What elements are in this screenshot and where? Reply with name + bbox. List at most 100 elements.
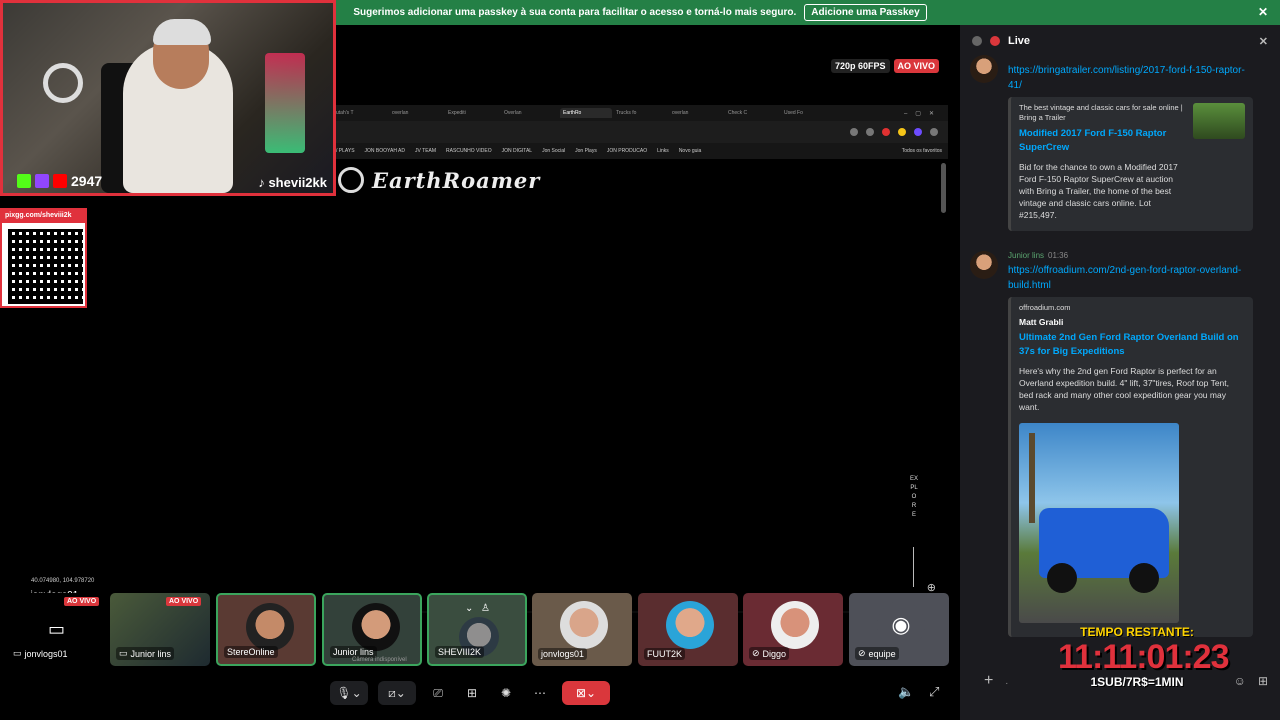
participant-name-text: equipe <box>868 648 896 659</box>
participant-tiles: AO VIVO ▭ ▭ jonvlogs01 AO VIVO ▭ Junior li… <box>0 593 958 666</box>
screen-share-icon: ⎚ <box>433 685 443 700</box>
bookmark: / PLAYS <box>336 148 355 154</box>
participant-tile[interactable]: ⊘ Diggo <box>743 593 843 666</box>
close-icon[interactable]: ✕ <box>1259 35 1268 48</box>
embed-thumbnail <box>1193 103 1245 139</box>
embed-title[interactable]: Ultimate 2nd Gen Ford Raptor Overland Bu… <box>1019 331 1245 359</box>
live-badge: AO VIVO <box>893 59 940 73</box>
avatar <box>666 601 714 649</box>
tiktok-icon: ♪ <box>258 175 265 190</box>
screen-icon: ▭ <box>13 648 22 658</box>
apps-icon[interactable]: ⊞ <box>1258 674 1268 688</box>
discord-icon: ◉ <box>877 601 925 649</box>
live-dot-icon <box>990 36 1000 46</box>
participant-tile[interactable]: AO VIVO ▭ ▭ jonvlogs01 <box>4 593 104 666</box>
message-author[interactable]: Junior lins <box>1008 251 1044 260</box>
stream-quality: 720p 60FPS AO VIVO <box>831 59 940 73</box>
screen-icon: ▭ <box>119 648 128 658</box>
embed-title[interactable]: Modified 2017 Ford F-150 Raptor SuperCre… <box>1019 127 1189 155</box>
participant-name: StereOnline <box>224 646 278 658</box>
participant-name: jonvlogs01 <box>538 648 588 660</box>
volume-icon[interactable]: 🔈 <box>898 684 914 700</box>
browser-tab: Overlan <box>504 110 522 116</box>
live-badge: AO VIVO <box>166 597 202 606</box>
microphone-button[interactable]: 🎙 ⌄ <box>330 681 368 705</box>
viewer-stats: 2947 <box>17 173 102 189</box>
muted-icon: ⊘ <box>858 648 866 658</box>
participant-tile[interactable]: StereOnline <box>216 593 316 666</box>
chat-composer: + . ☺ ⊞ <box>960 666 1280 696</box>
participant-tile[interactable]: Junior lins Câmera indisponível <box>322 593 422 666</box>
kick-icon <box>17 174 31 188</box>
stop-stream-button[interactable]: ⊠ ⌄ <box>562 681 610 705</box>
participant-name: ⊘ equipe <box>855 647 899 660</box>
bookmark: Novo guia <box>678 148 702 154</box>
browser-toolbar <box>330 121 948 143</box>
more-button[interactable]: ⋯ <box>528 681 552 705</box>
call-controls: 🎙 ⌄ ⧄ ⌄ ⎚ ⊞ ✺ ⋯ ⊠ ⌄ <box>330 678 610 708</box>
pix-donation: pixgg.com/sheviii2k <box>0 208 87 308</box>
close-icon[interactable]: ✕ <box>1258 5 1268 19</box>
participant-name-text: Diggo <box>762 648 787 659</box>
avatar <box>970 55 998 83</box>
camera-button[interactable]: ⧄ ⌄ <box>378 681 416 705</box>
browser-tab: overlan <box>392 110 409 116</box>
avatar <box>246 603 294 651</box>
microphone-icon: 🎙 <box>336 686 352 700</box>
fullscreen-icon[interactable]: ⤢ <box>929 684 939 700</box>
twitch-icon <box>35 174 49 188</box>
live-badge: AO VIVO <box>64 597 100 606</box>
participant-name-text: Junior lins <box>130 648 172 659</box>
user-add-icon: ♙ <box>481 603 490 614</box>
participant-name: SHEVIII2K <box>435 646 485 658</box>
participant-tile[interactable]: FUUT2K <box>638 593 738 666</box>
browser-tab: Trucks fo <box>616 110 637 116</box>
extension-icon <box>914 128 922 136</box>
youtube-icon <box>53 174 67 188</box>
camera-off-icon: ⧄ <box>388 685 396 700</box>
participant-name: ⊘ Diggo <box>749 647 790 660</box>
plus-icon[interactable]: + <box>984 672 993 690</box>
participant-name: ▭ jonvlogs01 <box>10 647 71 660</box>
stream-chat-panel: Live ✕ https://bringatrailer.com/listing… <box>960 25 1280 720</box>
bookmark: JON DIGITAL <box>501 148 533 154</box>
activities-button[interactable]: ⊞ <box>460 681 484 705</box>
participant-tile[interactable]: AO VIVO ▭ Junior lins <box>110 593 210 666</box>
message-link[interactable]: https://offroadium.com/2nd-gen-ford-rapt… <box>1008 263 1248 293</box>
add-passkey-button[interactable]: Adicione uma Passkey <box>804 4 927 21</box>
embed-author: Matt Grabli <box>1019 317 1064 327</box>
participant-tile[interactable]: jonvlogs01 <box>532 593 632 666</box>
browser-tab: utah's T <box>336 110 354 116</box>
page-content: EarthRoamer EXPLORE ⊕ <box>330 159 948 611</box>
participant-tile[interactable]: ⌄ ♙ SHEVIII2K <box>427 593 527 666</box>
emoji-icon[interactable]: ☺ <box>1234 674 1246 688</box>
participant-name: ▭ Junior lins <box>116 647 175 660</box>
banner-message: Sugerimos adicionar uma passkey à sua co… <box>353 7 797 18</box>
stop-stream-icon: ⊠ <box>575 686 586 700</box>
embed-image[interactable] <box>1019 423 1179 623</box>
screen-share-button[interactable]: ⎚ <box>426 681 450 705</box>
soundboard-button[interactable]: ✺ <box>494 681 518 705</box>
avatar <box>771 601 819 649</box>
menu-icon <box>930 128 938 136</box>
tiktok-handle-text: shevii2kk <box>268 175 327 190</box>
camera-unavailable: Câmera indisponível <box>352 657 407 663</box>
streamer-cap <box>153 19 211 45</box>
participant-tile[interactable]: ◉ ⊘ equipe <box>849 593 949 666</box>
logo-text: EarthRoamer <box>372 167 541 193</box>
browser-tab-active: EarthRo <box>560 108 612 118</box>
message-input[interactable]: . <box>1005 676 1008 687</box>
message-link[interactable]: https://bringatrailer.com/listing/2017-f… <box>1008 63 1248 93</box>
wheel <box>1129 563 1159 593</box>
star-icon <box>866 128 874 136</box>
quality-badge: 720p 60FPS <box>831 59 890 73</box>
browser-tab-bar: utah's T overlan Expediti Overlan EarthR… <box>330 105 948 121</box>
chat-icon <box>972 36 982 46</box>
wheel <box>1047 563 1077 593</box>
soundboard-icon: ✺ <box>500 686 512 700</box>
window-controls-icon: –▢✕ <box>903 110 942 117</box>
muted-icon: ⊘ <box>752 648 760 658</box>
panel-title: Live <box>1008 35 1031 47</box>
browser-tab: Expediti <box>448 110 466 116</box>
avatar <box>352 603 400 651</box>
